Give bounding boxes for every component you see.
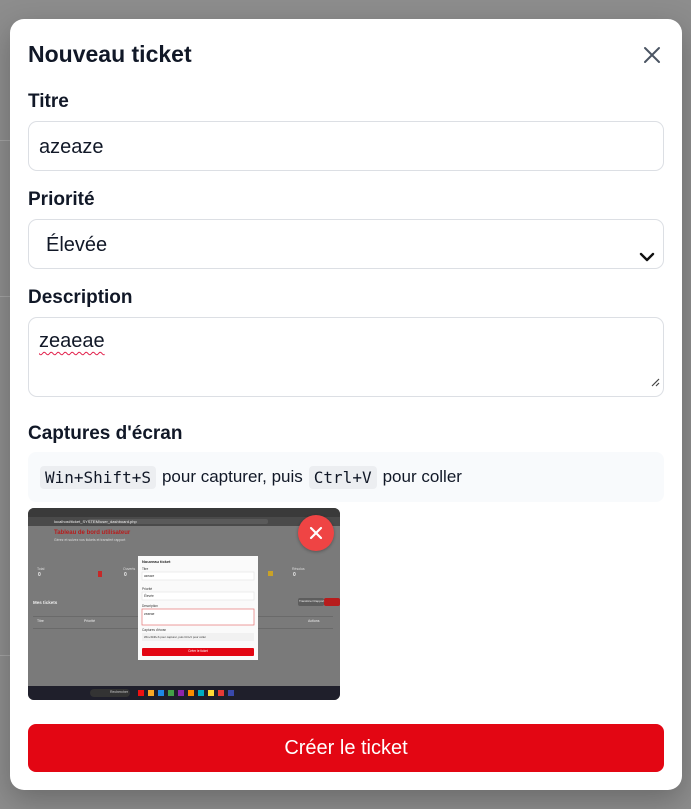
create-ticket-button[interactable]: Créer le ticket (28, 724, 664, 772)
thumb-modal-value-priority: Élevée (144, 594, 154, 598)
thumb-modal-value-description: zeaeae (144, 612, 155, 616)
modal-title: Nouveau ticket (28, 41, 192, 67)
priority-label: Priorité (28, 189, 95, 210)
thumb-modal-label-screens: Captures d'écran (142, 628, 167, 632)
thumb-stat-2: 0 (124, 572, 127, 578)
thumb-app-subtitle: Gérez et suivez vos tickets et transfert… (54, 538, 126, 542)
thumb-section: Mes tickets (33, 600, 58, 605)
close-icon[interactable] (640, 43, 664, 67)
hint-key-capture: Win+Shift+S (40, 465, 156, 489)
description-label: Description (28, 287, 133, 308)
description-value: zeaeae (39, 330, 105, 352)
description-textarea[interactable]: zeaeae (28, 317, 664, 397)
thumb-modal-label-priority: Priorité (142, 587, 153, 591)
title-label: Titre (28, 91, 69, 112)
resize-handle-icon[interactable] (650, 370, 660, 393)
thumb-stat-label-3: Résolus (292, 567, 305, 571)
thumb-url: localhost/ticket_SYSTEM/user_dashboard.p… (54, 519, 137, 524)
thumb-modal-label-description: Description (142, 604, 158, 608)
thumb-header-actions: Actions (308, 619, 320, 623)
thumb-modal-label-title: Titre (142, 567, 149, 571)
thumb-taskbar-search: Rechercher (110, 690, 129, 694)
backdrop-divider (0, 655, 10, 656)
screenshot-thumbnail[interactable]: localhost/ticket_SYSTEM/user_dashboard.p… (28, 508, 340, 700)
hint-text-paste: pour coller (382, 467, 462, 486)
remove-screenshot-button[interactable] (298, 515, 334, 551)
close-icon (309, 526, 323, 540)
thumb-modal-button: Créer le ticket (188, 649, 208, 653)
priority-select-value: Élevée (46, 234, 108, 256)
thumb-stat-label-2: Ouverts (123, 567, 136, 571)
screenshots-label: Captures d'écran (28, 423, 183, 444)
hint-key-paste: Ctrl+V (308, 465, 377, 489)
chevron-down-icon (639, 235, 655, 285)
thumb-stat-1: 0 (38, 572, 41, 578)
paste-hint[interactable]: Win+Shift+S pour capturer, puis Ctrl+V p… (28, 452, 664, 502)
backdrop-divider (0, 140, 10, 141)
thumb-modal-hint: Win+Shift+S pour capturer, puis Ctrl+V p… (144, 635, 206, 639)
thumb-header-title: Titre (37, 619, 44, 623)
thumb-modal-value-title: azeaze (144, 574, 155, 578)
thumb-stat-label-1: Total (37, 567, 45, 571)
hint-text-capture: pour capturer, puis (161, 467, 303, 486)
new-ticket-modal: Nouveau ticket Titre azeaze Priorité Éle… (10, 19, 682, 790)
thumb-stat-3: 0 (293, 572, 296, 578)
thumb-modal-title: Nouveau ticket (142, 559, 171, 564)
thumb-header-priority: Priorité (84, 619, 96, 623)
thumb-report-button: Transférer Rapport (299, 599, 325, 603)
backdrop-divider (0, 296, 10, 297)
thumb-app-title: Tableau de bord utilisateur (54, 530, 131, 536)
title-input-value: azeaze (39, 136, 104, 158)
title-input[interactable]: azeaze (28, 121, 664, 171)
priority-select[interactable]: Élevée (28, 219, 664, 269)
